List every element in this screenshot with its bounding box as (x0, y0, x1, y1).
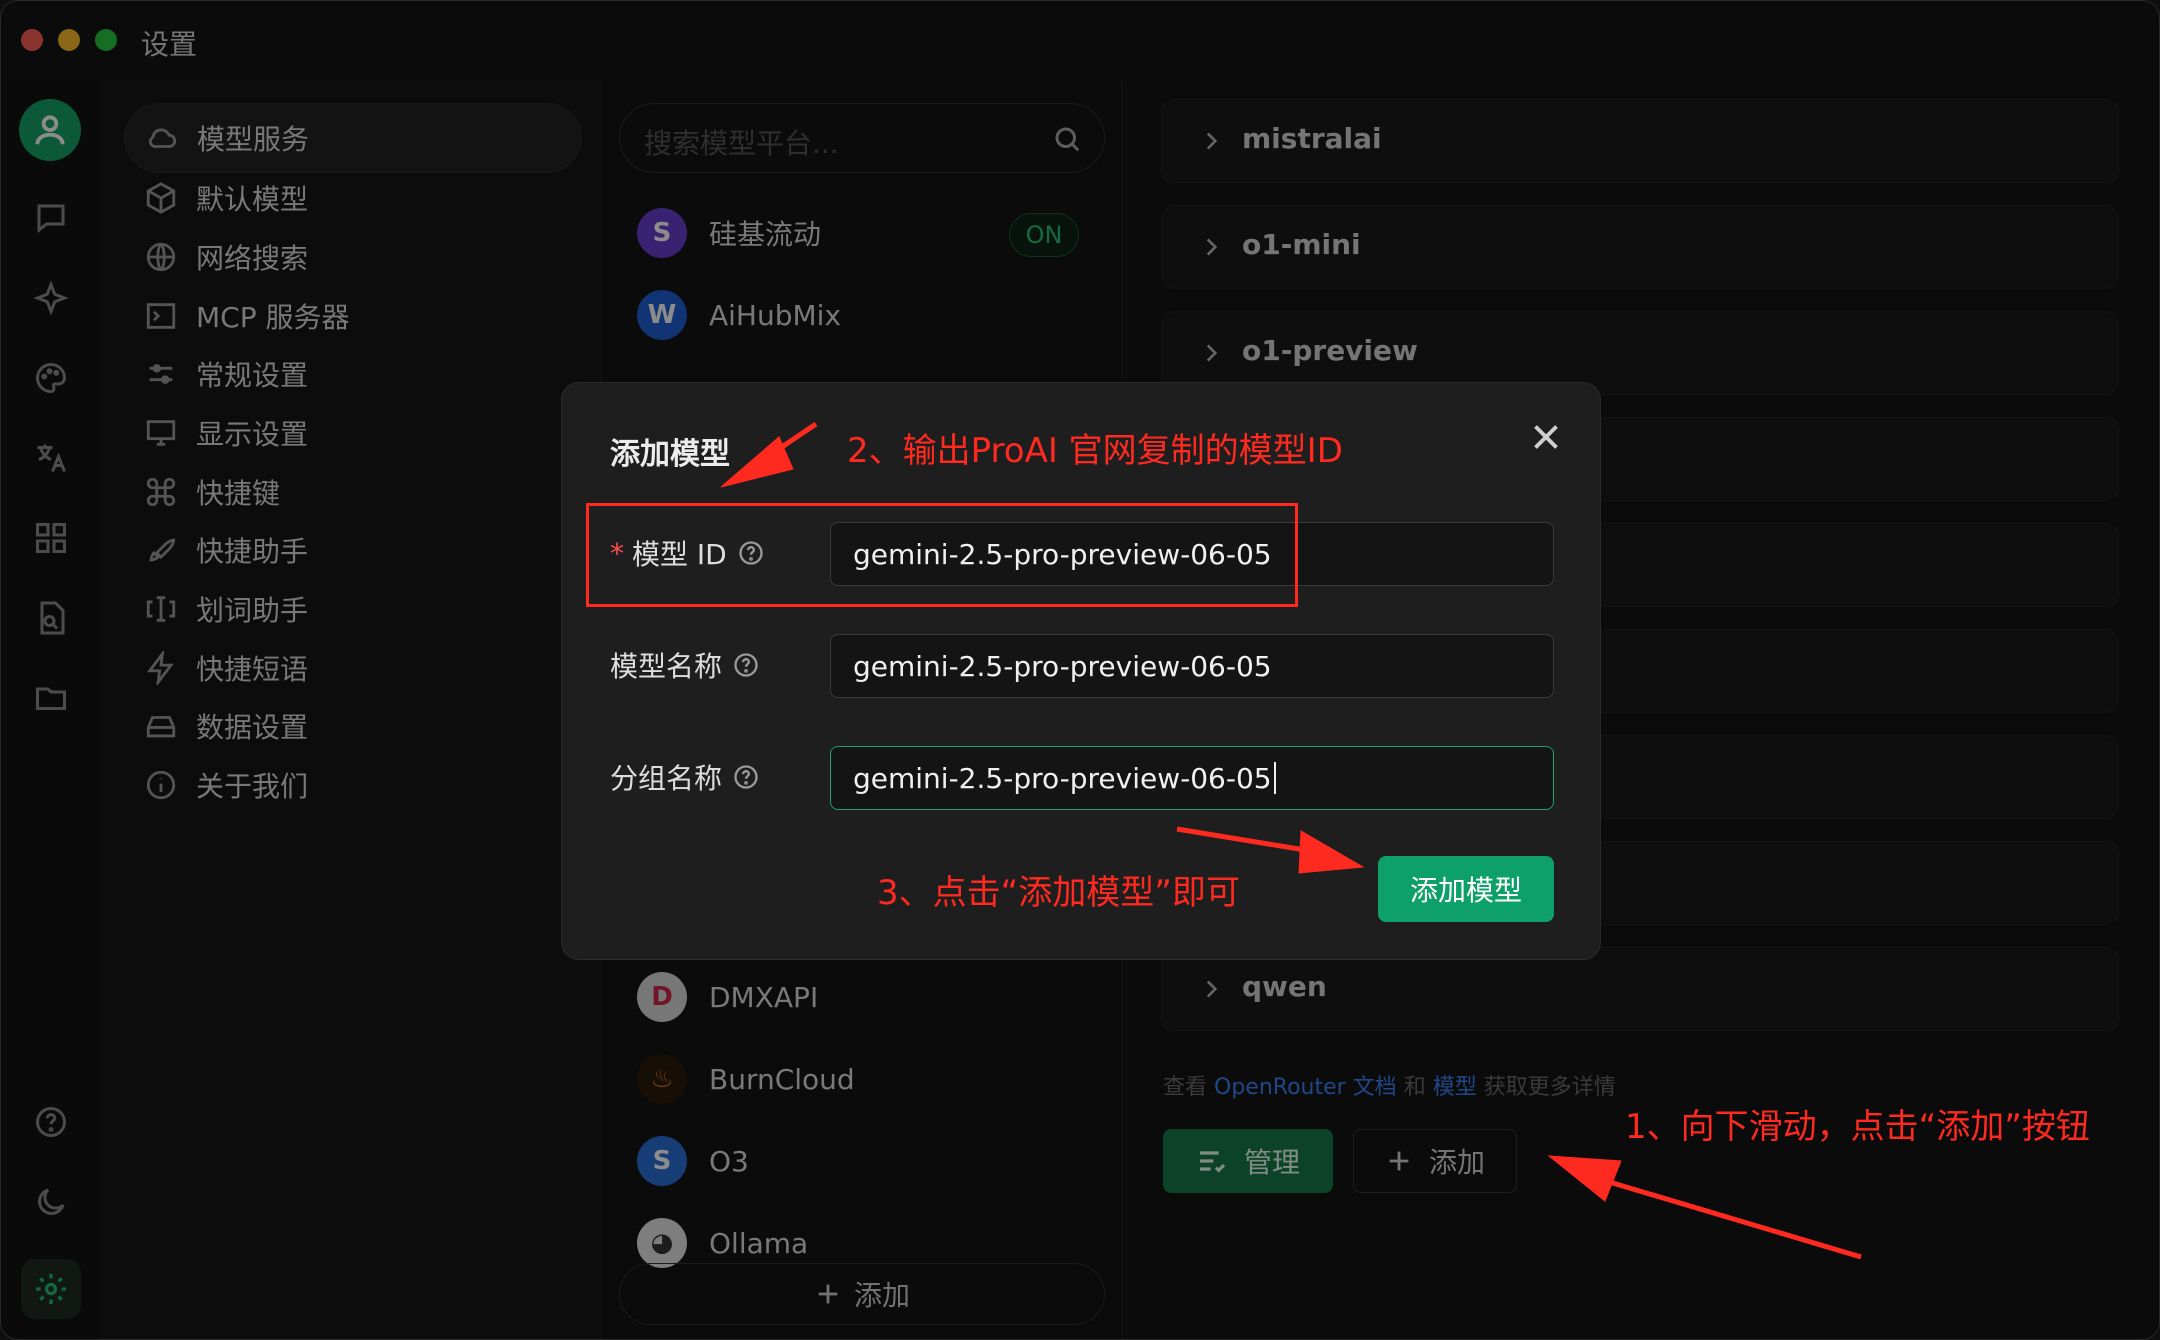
model-name-input[interactable]: gemini-2.5-pro-preview-06-05 (830, 634, 1554, 698)
submit-label: 添加模型 (1409, 874, 1522, 907)
help-circle-icon[interactable] (732, 651, 760, 679)
group-name-label-text: 分组名称 (610, 762, 723, 795)
group-name-label: 分组名称 (610, 757, 760, 797)
close-icon (1534, 425, 1558, 449)
model-name-label: 模型名称 (610, 645, 760, 685)
settings-window: 设置 模型服务 默认模型 网络搜索 MCP 服务器 常规设置 显示设置 快捷键 … (0, 0, 2160, 1340)
submit-add-model-button[interactable]: 添加模型 (1378, 856, 1554, 922)
dialog-close-button[interactable] (1528, 419, 1564, 455)
annotation-step1: 1、向下滑动，点击“添加”按钮 (1625, 1107, 2090, 1147)
model-name-value: gemini-2.5-pro-preview-06-05 (853, 649, 1272, 683)
model-name-label-text: 模型名称 (610, 650, 723, 683)
annotation-step2: 2、输出ProAI 官网复制的模型ID (847, 431, 1343, 471)
annotation-highlight-box (586, 503, 1298, 607)
group-name-value: gemini-2.5-pro-preview-06-05 (853, 761, 1272, 795)
dialog-title: 添加模型 (610, 437, 730, 472)
help-circle-icon[interactable] (732, 763, 760, 791)
text-caret (1273, 762, 1276, 794)
group-name-input[interactable]: gemini-2.5-pro-preview-06-05 (830, 746, 1554, 810)
annotation-step3: 3、点击“添加模型”即可 (877, 873, 1240, 913)
